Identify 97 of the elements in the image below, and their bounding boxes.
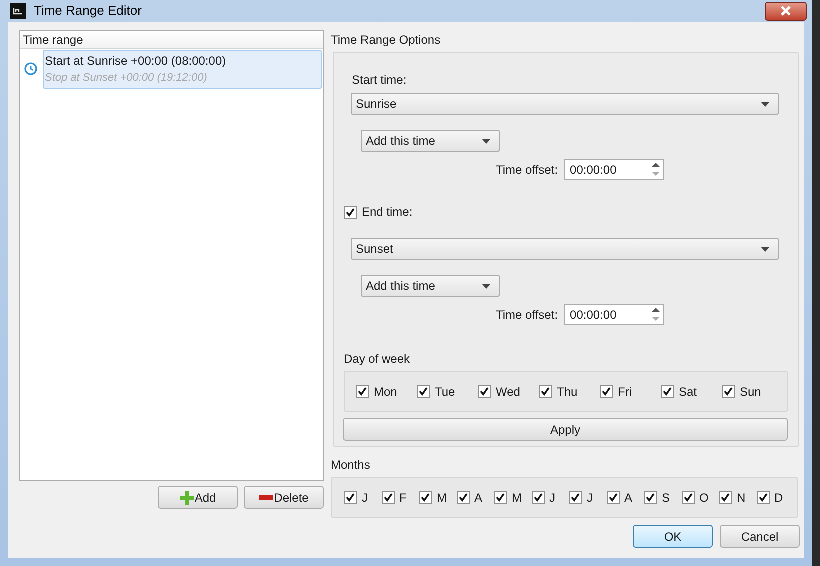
checkbox-label: J <box>362 490 368 506</box>
checkmark-icon <box>421 493 430 502</box>
checkbox[interactable] <box>494 491 507 504</box>
section-title: Time Range Options <box>331 32 442 49</box>
checkmark-icon <box>758 493 768 502</box>
start-event-dropdown[interactable]: Sunrise <box>351 93 779 115</box>
checkmark-icon <box>384 493 392 502</box>
day-of-week-label: Day of week <box>344 351 412 368</box>
checkbox-label: Fri <box>618 384 632 400</box>
start-mode-dropdown[interactable]: Add this time <box>361 130 500 152</box>
checkbox-label: D <box>774 490 784 506</box>
checkbox[interactable] <box>539 385 552 398</box>
checkbox[interactable] <box>417 385 430 398</box>
checkbox[interactable] <box>719 491 732 504</box>
checkbox[interactable] <box>682 491 694 504</box>
checkbox[interactable] <box>478 385 491 398</box>
dropdown-arrow-icon <box>761 246 770 252</box>
checkbox-label: O <box>700 490 709 506</box>
checkbox[interactable] <box>722 385 735 398</box>
checkbox-label: End time: <box>362 204 413 221</box>
checkbox-label: J <box>550 490 556 506</box>
checkmark-icon <box>346 208 355 216</box>
time-offset-label: Time offset: <box>496 162 558 178</box>
checkbox-label: S <box>662 490 670 506</box>
months-label: Months <box>331 457 372 474</box>
time-offset-value: 00:00:00 <box>569 162 617 178</box>
checkmark-icon <box>534 493 542 502</box>
checkbox[interactable] <box>661 385 674 398</box>
plus-icon <box>180 490 194 504</box>
apply-button[interactable]: Apply <box>343 418 788 441</box>
checkmark-icon <box>346 493 355 502</box>
dropdown-arrow-icon <box>482 138 491 144</box>
dropdown-value: Sunset <box>356 241 394 258</box>
item-title: Start at Sunrise +00:00 (08:00:00) <box>45 53 228 70</box>
checkbox[interactable] <box>600 385 613 398</box>
dropdown-arrow-icon <box>482 284 491 288</box>
checkbox[interactable] <box>456 491 470 504</box>
checkbox-label: J <box>587 490 593 506</box>
checkbox[interactable] <box>382 491 394 504</box>
app-icon <box>10 3 26 19</box>
checkmark-icon <box>608 493 618 502</box>
checkbox[interactable] <box>356 385 369 398</box>
checkbox-label: Thu <box>557 384 578 400</box>
checkmark-icon <box>458 493 468 502</box>
time-offset-value: 00:00:00 <box>569 306 617 324</box>
delete-button[interactable]: Delete <box>244 486 324 509</box>
checkbox-label: M <box>437 490 447 506</box>
checkmark-icon <box>721 493 730 502</box>
checkmark-icon <box>480 387 489 396</box>
checkbox-label: A <box>624 490 633 506</box>
checkmark-icon <box>724 387 733 396</box>
checkbox-label: Mon <box>374 384 398 400</box>
time-range-item[interactable]: Start at Sunrise +00:00 (08:00:00) Stop at Sunset +00:00 (19:12:00) <box>43 50 322 88</box>
checkmark-icon <box>541 387 550 396</box>
minus-icon <box>259 495 274 500</box>
checkbox-label: N <box>737 490 746 506</box>
checkmark-icon <box>684 493 692 502</box>
item-subtitle: Stop at Sunset +00:00 (19:12:00) <box>45 71 208 86</box>
end-mode-dropdown[interactable]: Add this time <box>361 275 500 297</box>
dropdown-value: Add this time <box>366 133 436 150</box>
checkbox[interactable] <box>419 491 432 504</box>
checkbox-label: M <box>512 490 522 506</box>
checkmark-icon <box>663 387 672 396</box>
checkbox-label: Wed <box>496 384 520 400</box>
time-offset-label: Time offset: <box>496 306 558 324</box>
dropdown-value: Sunrise <box>356 96 397 113</box>
ok-button[interactable]: OK <box>633 525 713 548</box>
checkbox-label: Sun <box>740 384 762 400</box>
time-offset-spinbox[interactable]: 00:00:00 <box>564 304 664 325</box>
checkbox-label: Tue <box>435 384 456 400</box>
dropdown-arrow-icon <box>761 102 770 106</box>
checkbox[interactable] <box>344 206 357 218</box>
checkmark-icon <box>602 387 611 396</box>
checkbox-label: Sat <box>679 384 698 400</box>
start-time-label: Start time: <box>352 72 408 89</box>
end-event-dropdown[interactable]: Sunset <box>351 238 779 260</box>
checkmark-icon <box>646 493 655 502</box>
time-offset-spinbox[interactable]: 00:00:00 <box>564 159 664 180</box>
checkbox[interactable] <box>756 491 770 504</box>
checkbox[interactable] <box>606 491 620 504</box>
cancel-button[interactable]: Cancel <box>720 525 800 548</box>
checkbox-label: F <box>400 490 407 506</box>
checkmark-icon <box>358 387 367 396</box>
checkmark-icon <box>571 493 580 502</box>
checkmark-icon <box>496 493 505 502</box>
checkbox[interactable] <box>344 491 357 504</box>
clock-icon <box>24 62 38 76</box>
checkbox[interactable] <box>569 491 582 504</box>
checkbox[interactable] <box>532 491 544 504</box>
close-button[interactable] <box>765 2 807 20</box>
dropdown-value: Add this time <box>366 278 436 295</box>
add-button[interactable]: Add <box>158 486 238 509</box>
window-title: Time Range Editor <box>34 2 142 20</box>
close-icon <box>780 6 792 16</box>
checkmark-icon <box>419 387 428 396</box>
checkbox-label: A <box>474 490 483 506</box>
checkbox[interactable] <box>644 491 657 504</box>
